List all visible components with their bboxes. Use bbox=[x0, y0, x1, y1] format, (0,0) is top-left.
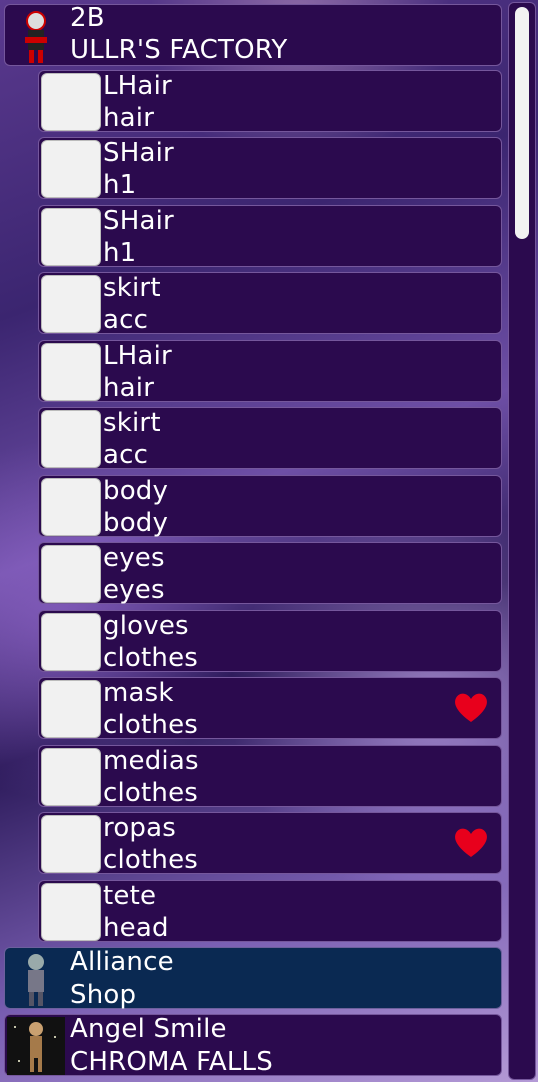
item-row[interactable]: eyes eyes bbox=[38, 542, 502, 604]
item-category: h1 bbox=[103, 170, 137, 200]
item-row[interactable]: SHair h1 bbox=[38, 205, 502, 267]
item-category: h1 bbox=[103, 238, 137, 268]
shop-name: Alliance bbox=[70, 947, 174, 977]
item-row[interactable]: SHair h1 bbox=[38, 137, 502, 199]
item-name: mask bbox=[103, 678, 174, 708]
item-category: clothes bbox=[103, 710, 199, 740]
item-category: acc bbox=[103, 305, 149, 335]
scrollbar[interactable] bbox=[508, 2, 536, 1080]
shop-location: CHROMA FALLS bbox=[70, 1047, 273, 1077]
item-thumbnail bbox=[41, 343, 101, 401]
item-name: tete bbox=[103, 881, 157, 911]
heart-icon[interactable] bbox=[453, 825, 489, 859]
item-thumbnail bbox=[41, 815, 101, 873]
item-row[interactable]: ropas clothes bbox=[38, 812, 502, 874]
item-thumbnail bbox=[41, 748, 101, 806]
shop-row-angel-smile[interactable]: Angel Smile CHROMA FALLS bbox=[4, 1014, 502, 1076]
item-name: SHair bbox=[103, 138, 174, 168]
item-row[interactable]: LHair hair bbox=[38, 70, 502, 132]
shop-row-alliance[interactable]: Alliance Shop bbox=[4, 947, 502, 1009]
item-name: skirt bbox=[103, 408, 161, 438]
item-category: clothes bbox=[103, 778, 199, 808]
item-category: eyes bbox=[103, 575, 165, 605]
item-category: head bbox=[103, 913, 169, 943]
item-name: skirt bbox=[103, 273, 161, 303]
item-name: LHair bbox=[103, 341, 172, 371]
shop-row-2b[interactable]: 2B ULLR'S FACTORY bbox=[4, 4, 502, 66]
item-row[interactable]: skirt acc bbox=[38, 272, 502, 334]
item-name: gloves bbox=[103, 611, 189, 641]
item-row[interactable]: mask clothes bbox=[38, 677, 502, 739]
item-row[interactable]: LHair hair bbox=[38, 340, 502, 402]
item-thumbnail bbox=[41, 680, 101, 738]
item-name: SHair bbox=[103, 206, 174, 236]
scrollbar-thumb[interactable] bbox=[515, 7, 529, 239]
item-category: body bbox=[103, 508, 169, 538]
shop-name: 2B bbox=[70, 3, 105, 33]
item-thumbnail bbox=[41, 73, 101, 131]
item-name: medias bbox=[103, 746, 199, 776]
item-thumbnail bbox=[41, 275, 101, 333]
item-category: hair bbox=[103, 103, 155, 133]
item-category: clothes bbox=[103, 643, 199, 673]
item-category: clothes bbox=[103, 845, 199, 875]
item-thumbnail bbox=[41, 613, 101, 671]
item-thumbnail bbox=[41, 140, 101, 198]
item-thumbnail bbox=[41, 208, 101, 266]
item-category: hair bbox=[103, 373, 155, 403]
shop-location: ULLR'S FACTORY bbox=[70, 35, 288, 65]
avatar-icon bbox=[7, 1017, 65, 1075]
avatar-icon bbox=[25, 11, 47, 63]
item-name: ropas bbox=[103, 813, 177, 843]
shop-location: Shop bbox=[70, 980, 137, 1010]
heart-icon[interactable] bbox=[453, 690, 489, 724]
item-name: body bbox=[103, 476, 169, 506]
item-name: LHair bbox=[103, 71, 172, 101]
item-thumbnail bbox=[41, 883, 101, 941]
shop-name: Angel Smile bbox=[70, 1014, 227, 1044]
item-thumbnail bbox=[41, 478, 101, 536]
avatar-icon bbox=[28, 954, 44, 1006]
item-row[interactable]: tete head bbox=[38, 880, 502, 942]
item-category: acc bbox=[103, 440, 149, 470]
item-thumbnail bbox=[41, 410, 101, 468]
item-row[interactable]: medias clothes bbox=[38, 745, 502, 807]
item-row[interactable]: gloves clothes bbox=[38, 610, 502, 672]
item-thumbnail bbox=[41, 545, 101, 603]
item-row[interactable]: body body bbox=[38, 475, 502, 537]
item-row[interactable]: skirt acc bbox=[38, 407, 502, 469]
item-name: eyes bbox=[103, 543, 165, 573]
